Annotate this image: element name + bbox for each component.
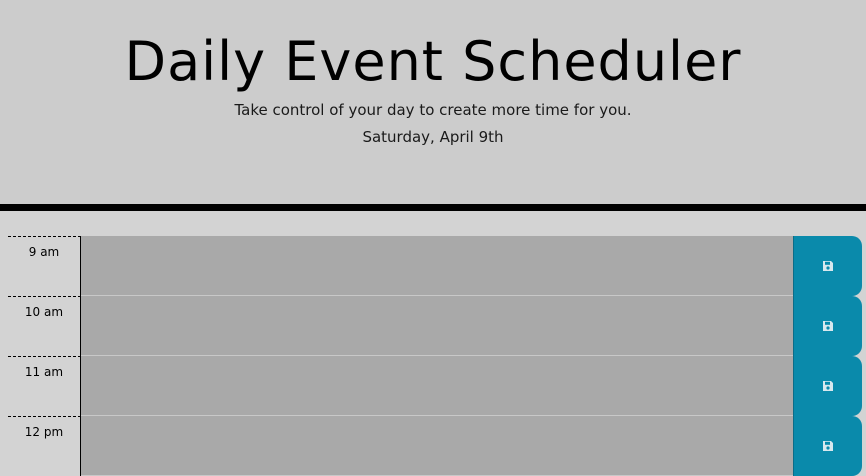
time-block: 9 am bbox=[0, 236, 866, 296]
page-subtitle: Take control of your day to create more … bbox=[234, 101, 632, 119]
hour-label: 11 am bbox=[8, 356, 81, 416]
hour-label: 10 am bbox=[8, 296, 81, 356]
save-button[interactable] bbox=[793, 236, 862, 296]
hour-label: 9 am bbox=[8, 236, 81, 296]
save-icon bbox=[823, 441, 833, 451]
event-description-input[interactable] bbox=[81, 416, 793, 476]
time-block: 12 pm bbox=[0, 416, 866, 476]
event-description-input[interactable] bbox=[81, 356, 793, 416]
header-divider bbox=[0, 204, 866, 211]
save-icon bbox=[823, 381, 833, 391]
save-button[interactable] bbox=[793, 296, 862, 356]
save-button[interactable] bbox=[793, 356, 862, 416]
current-day: Saturday, April 9th bbox=[362, 128, 504, 146]
planner: 9 am 10 am 11 am 12 pm bbox=[0, 236, 866, 476]
save-icon bbox=[823, 321, 833, 331]
header: Daily Event Scheduler Take control of yo… bbox=[0, 0, 866, 204]
hour-label: 12 pm bbox=[8, 416, 81, 476]
page-title: Daily Event Scheduler bbox=[124, 30, 742, 93]
event-description-input[interactable] bbox=[81, 296, 793, 356]
save-icon bbox=[823, 261, 833, 271]
save-button[interactable] bbox=[793, 416, 862, 476]
event-description-input[interactable] bbox=[81, 236, 793, 296]
time-block: 10 am bbox=[0, 296, 866, 356]
time-block: 11 am bbox=[0, 356, 866, 416]
